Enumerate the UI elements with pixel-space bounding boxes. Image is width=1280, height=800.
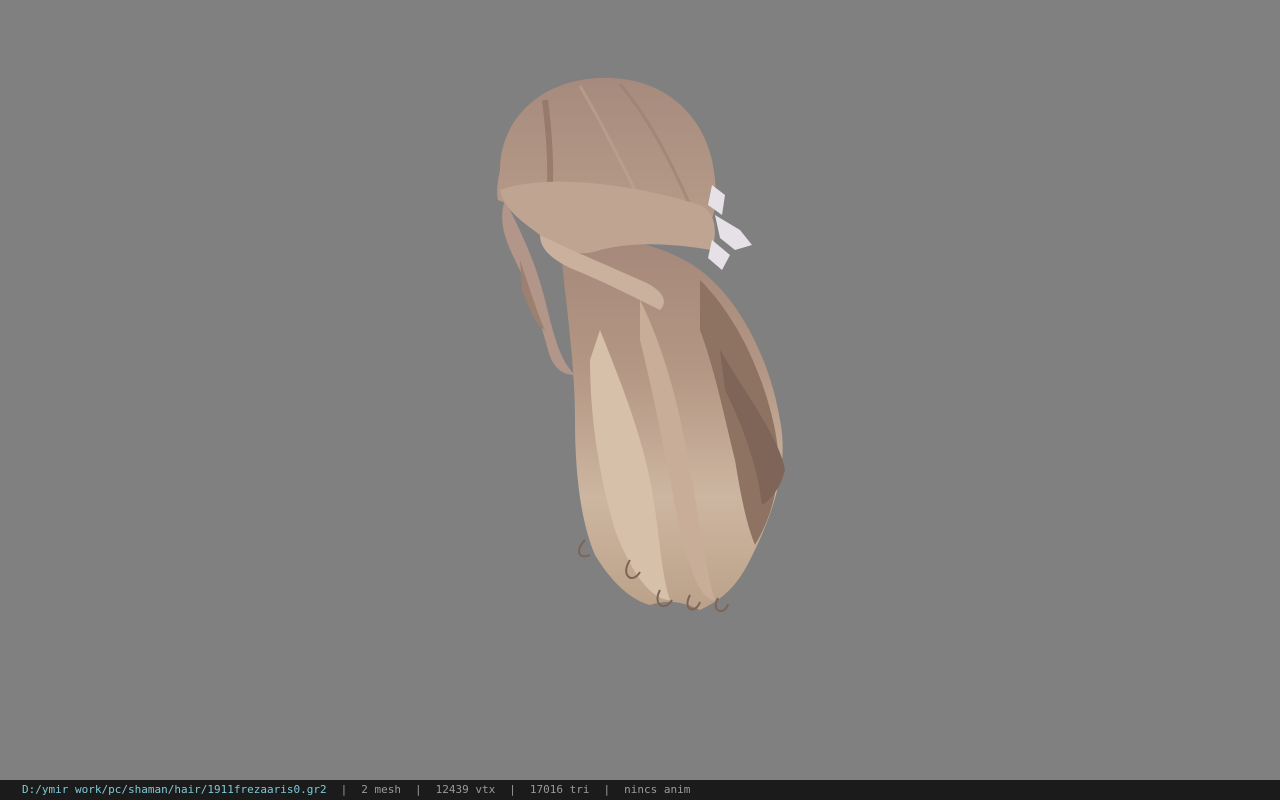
separator: |: [603, 783, 611, 796]
hair-model-render: [497, 77, 785, 613]
triangle-count: 17016 tri: [529, 783, 590, 796]
animation-status: nincs anim: [624, 783, 691, 796]
file-path: D:/ymir work/pc/shaman/hair/1911frezaari…: [22, 783, 327, 796]
status-bar: D:/ymir work/pc/shaman/hair/1911frezaari…: [0, 780, 1280, 800]
mesh-count: 2 mesh: [361, 783, 402, 796]
3d-viewport[interactable]: [0, 0, 1280, 780]
separator: |: [415, 783, 422, 796]
separator: |: [509, 783, 516, 796]
vertex-count: 12439 vtx: [435, 783, 496, 796]
separator: |: [340, 783, 348, 796]
